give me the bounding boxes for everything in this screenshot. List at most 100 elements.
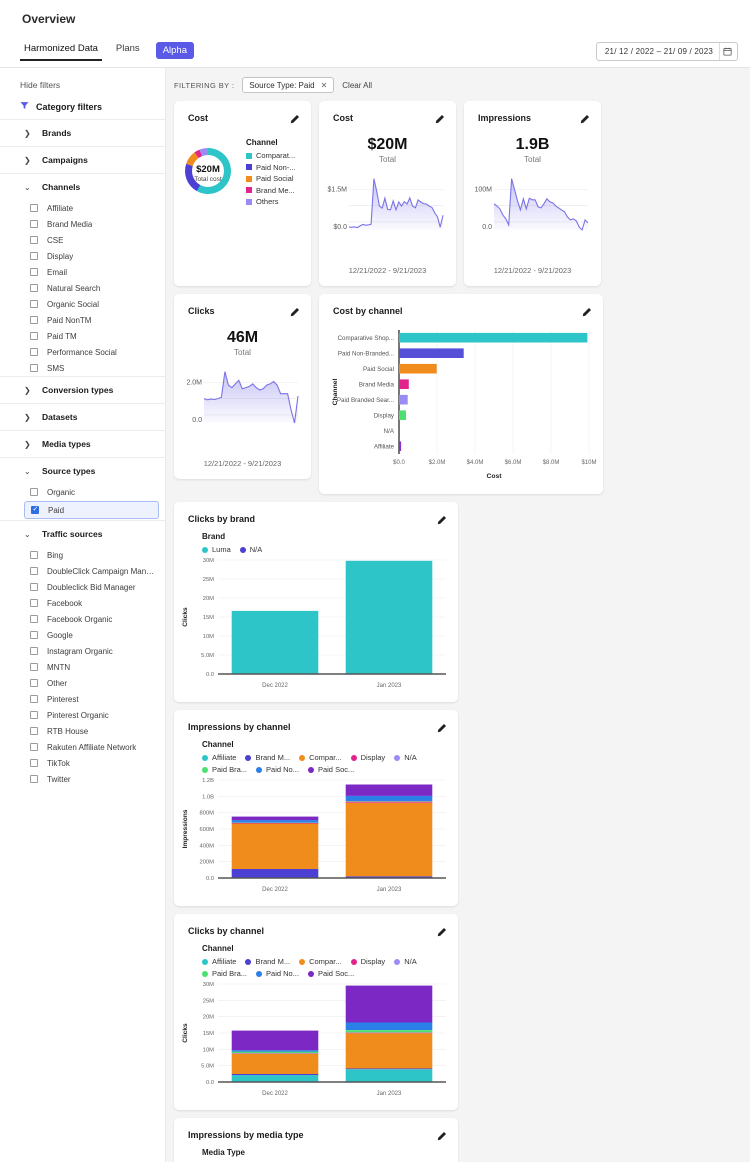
checkbox[interactable] xyxy=(30,695,38,703)
legend-item[interactable]: Paid Non-... xyxy=(246,163,296,172)
filter-option-pinterest[interactable]: Pinterest xyxy=(0,691,165,707)
hide-filters-button[interactable]: Hide filters xyxy=(0,76,165,99)
checkbox[interactable] xyxy=(30,615,38,623)
legend-item[interactable]: Comparat... xyxy=(246,151,296,160)
filter-option-cse[interactable]: CSE xyxy=(0,232,165,248)
checkbox[interactable] xyxy=(30,679,38,687)
legend-item[interactable]: Affiliate xyxy=(202,957,236,966)
filter-group-header[interactable]: ❯ Brands xyxy=(0,120,165,146)
checkbox[interactable] xyxy=(30,743,38,751)
checkbox[interactable] xyxy=(30,284,38,292)
legend-item[interactable]: Paid Social xyxy=(246,174,296,183)
calendar-icon[interactable] xyxy=(719,43,735,60)
checkbox[interactable] xyxy=(30,348,38,356)
filter-option-sms[interactable]: SMS xyxy=(0,360,165,376)
filter-group-header[interactable]: ❯ Datasets xyxy=(0,404,165,430)
checkbox[interactable] xyxy=(30,332,38,340)
checkbox[interactable] xyxy=(30,631,38,639)
legend-item[interactable]: Paid Bra... xyxy=(202,765,247,774)
filter-option-facebook[interactable]: Facebook xyxy=(0,595,165,611)
filter-option-organic[interactable]: Organic xyxy=(0,484,165,500)
legend-item[interactable]: Display xyxy=(350,753,385,762)
filter-option-brand-media[interactable]: Brand Media xyxy=(0,216,165,232)
filter-option-twitter[interactable]: Twitter xyxy=(0,771,165,787)
legend-item[interactable]: Affiliate xyxy=(202,753,236,762)
filter-option-paid-tm[interactable]: Paid TM xyxy=(0,328,165,344)
checkbox[interactable] xyxy=(30,220,38,228)
checkbox[interactable] xyxy=(30,727,38,735)
filter-option-tiktok[interactable]: TikTok xyxy=(0,755,165,771)
legend-item[interactable]: N/A xyxy=(239,545,262,554)
checkbox[interactable] xyxy=(31,505,39,514)
legend-item[interactable]: Paid No... xyxy=(256,969,299,978)
checkbox[interactable] xyxy=(30,583,38,591)
filter-option-facebook-organic[interactable]: Facebook Organic xyxy=(0,611,165,627)
legend-item[interactable]: Paid No... xyxy=(256,765,299,774)
pencil-icon[interactable] xyxy=(289,305,300,323)
checkbox[interactable] xyxy=(30,268,38,276)
checkbox[interactable] xyxy=(30,775,38,783)
clear-all-button[interactable]: Clear All xyxy=(342,81,372,90)
legend-item[interactable]: N/A xyxy=(394,753,417,762)
filter-option-doubleclick-campaign-mana[interactable]: DoubleClick Campaign Mana... xyxy=(0,563,165,579)
filter-chip-source-type[interactable]: Source Type: Paid ✕ xyxy=(242,77,335,93)
checkbox[interactable] xyxy=(30,300,38,308)
checkbox[interactable] xyxy=(30,759,38,767)
close-icon[interactable]: ✕ xyxy=(321,81,328,90)
filter-option-paid[interactable]: Paid xyxy=(24,501,159,519)
filter-option-bing[interactable]: Bing xyxy=(0,547,165,563)
legend-item[interactable]: N/A xyxy=(394,957,417,966)
pencil-icon[interactable] xyxy=(436,721,447,739)
filter-group-header[interactable]: ⌄ Channels xyxy=(0,174,165,200)
filter-option-affiliate[interactable]: Affiliate xyxy=(0,200,165,216)
checkbox[interactable] xyxy=(30,252,38,260)
filter-group-header[interactable]: ⌄ Traffic sources xyxy=(0,521,165,547)
checkbox[interactable] xyxy=(30,551,38,559)
filter-option-instagram-organic[interactable]: Instagram Organic xyxy=(0,643,165,659)
pencil-icon[interactable] xyxy=(436,925,447,943)
filter-option-rtb-house[interactable]: RTB House xyxy=(0,723,165,739)
checkbox[interactable] xyxy=(30,711,38,719)
legend-item[interactable]: Brand M... xyxy=(245,753,290,762)
legend-item[interactable]: Compar... xyxy=(299,957,342,966)
filter-option-doubleclick-bid-manager[interactable]: Doubleclick Bid Manager xyxy=(0,579,165,595)
filter-option-other[interactable]: Other xyxy=(0,675,165,691)
legend-item[interactable]: Others xyxy=(246,197,296,206)
legend-item[interactable]: Compar... xyxy=(299,753,342,762)
date-range-picker[interactable]: 21/ 12 / 2022 – 21/ 09 / 2023 xyxy=(595,42,738,61)
checkbox[interactable] xyxy=(30,204,38,212)
legend-item[interactable]: Paid Bra... xyxy=(202,969,247,978)
checkbox[interactable] xyxy=(30,599,38,607)
checkbox[interactable] xyxy=(30,567,38,575)
filter-group-header[interactable]: ❯ Conversion types xyxy=(0,377,165,403)
legend-item[interactable]: Paid Soc... xyxy=(307,765,354,774)
checkbox[interactable] xyxy=(30,364,38,372)
legend-item[interactable]: Brand Me... xyxy=(246,186,296,195)
legend-item[interactable]: Display xyxy=(350,957,385,966)
filter-option-performance-social[interactable]: Performance Social xyxy=(0,344,165,360)
checkbox[interactable] xyxy=(30,316,38,324)
checkbox[interactable] xyxy=(30,488,38,496)
filter-option-mntn[interactable]: MNTN xyxy=(0,659,165,675)
filter-option-google[interactable]: Google xyxy=(0,627,165,643)
pencil-icon[interactable] xyxy=(581,305,592,323)
pencil-icon[interactable] xyxy=(289,112,300,130)
checkbox[interactable] xyxy=(30,647,38,655)
tab-harmonized-data[interactable]: Harmonized Data xyxy=(20,43,102,61)
filter-option-organic-social[interactable]: Organic Social xyxy=(0,296,165,312)
filter-option-rakuten-affiliate-network[interactable]: Rakuten Affiliate Network xyxy=(0,739,165,755)
filter-group-header[interactable]: ❯ Campaigns xyxy=(0,147,165,173)
filter-group-header[interactable]: ⌄ Source types xyxy=(0,458,165,484)
filter-option-natural-search[interactable]: Natural Search xyxy=(0,280,165,296)
filter-option-pinterest-organic[interactable]: Pinterest Organic xyxy=(0,707,165,723)
checkbox[interactable] xyxy=(30,236,38,244)
filter-option-display[interactable]: Display xyxy=(0,248,165,264)
pencil-icon[interactable] xyxy=(436,1129,447,1147)
tab-alpha[interactable]: Alpha xyxy=(155,41,194,59)
legend-item[interactable]: Luma xyxy=(202,545,231,554)
pencil-icon[interactable] xyxy=(436,513,447,531)
filter-group-header[interactable]: ❯ Media types xyxy=(0,431,165,457)
legend-item[interactable]: Brand M... xyxy=(245,957,290,966)
filter-option-email[interactable]: Email xyxy=(0,264,165,280)
filter-option-paid-nontm[interactable]: Paid NonTM xyxy=(0,312,165,328)
